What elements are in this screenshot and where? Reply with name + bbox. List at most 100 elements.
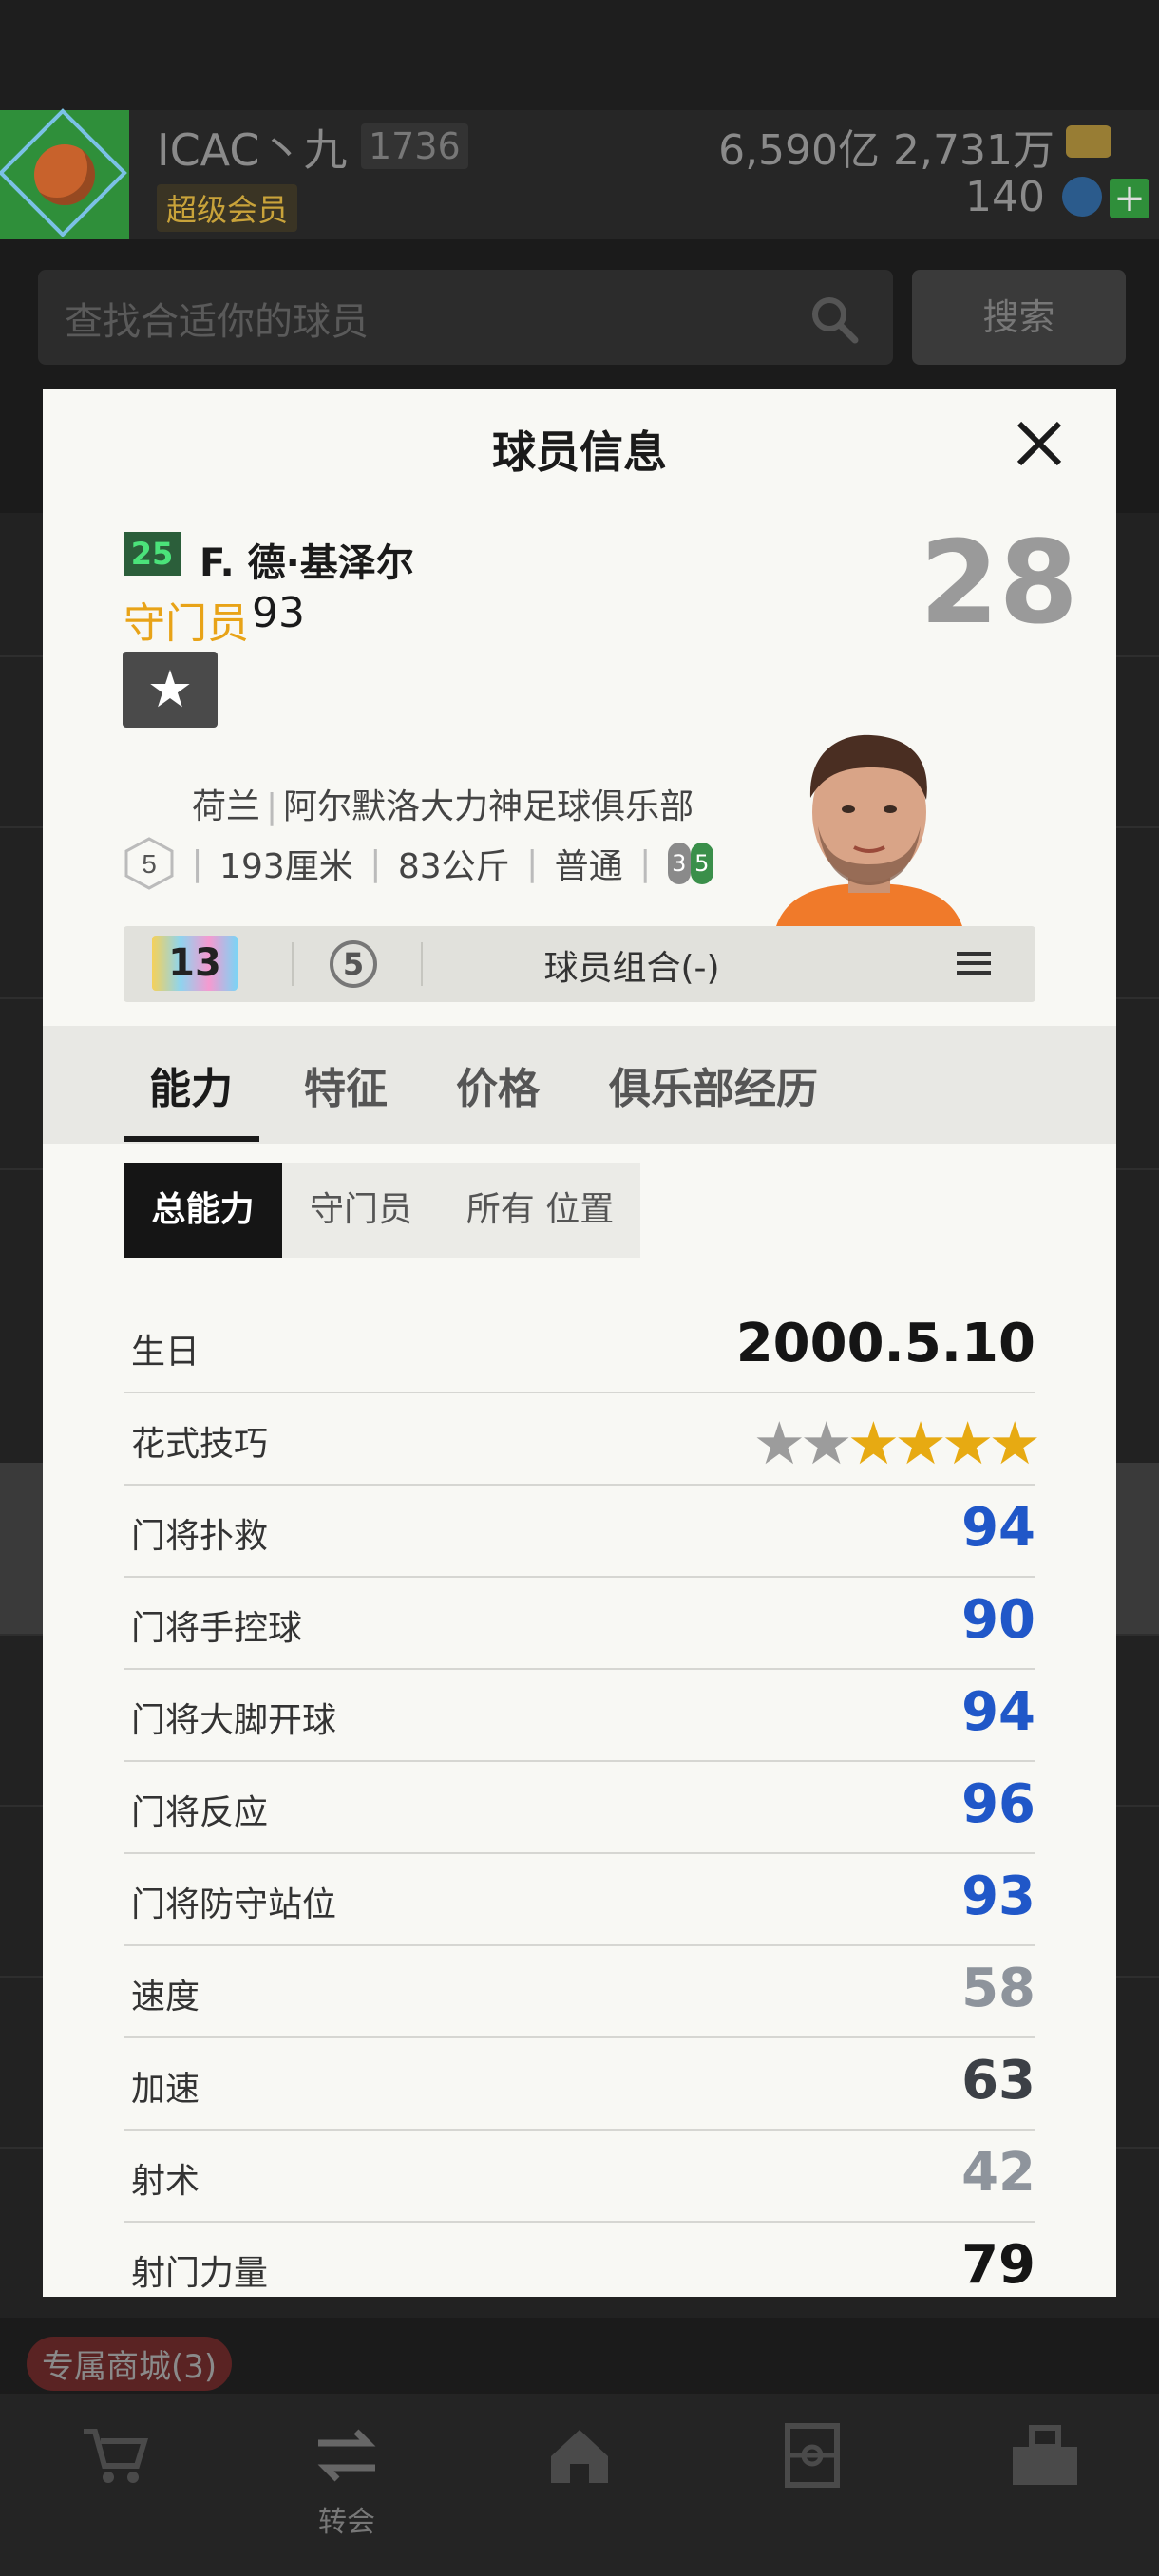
weak-foot-right: 5: [690, 843, 713, 884]
overall-rating: 28: [920, 518, 1078, 650]
nav-transfer[interactable]: 转会: [290, 2422, 404, 2540]
tab-ability[interactable]: 能力: [149, 1054, 233, 1115]
home-icon: [551, 2430, 608, 2483]
gem-icon: [1062, 177, 1102, 217]
stat-label: 门将大脚开球: [131, 1701, 337, 1740]
stat-row-skill-moves: 花式技巧 ★★★★★★: [124, 1392, 1041, 1486]
stat-label: 花式技巧: [131, 1425, 269, 1464]
stat-row-acceleration: 加速 63: [124, 2036, 1036, 2131]
stat-row-gk-diving: 门将扑救 94: [124, 1484, 1036, 1578]
coin-icon: [1066, 125, 1112, 158]
stat-label: 门将防守站位: [131, 1885, 337, 1924]
combo-label: 球员组合(-): [543, 949, 720, 988]
subtab-goalkeeper[interactable]: 守门员: [282, 1163, 440, 1258]
tab-traits[interactable]: 特征: [304, 1054, 388, 1115]
menu-icon[interactable]: [955, 944, 993, 982]
star-filled-icon: ★: [846, 1409, 901, 1478]
card-level-badge: 13: [152, 936, 238, 991]
stat-label: 射术: [131, 2162, 200, 2201]
favorite-star-icon[interactable]: ★: [123, 652, 218, 728]
star-filled-icon: ★: [988, 1409, 1041, 1478]
player-attributes-row: 5 | 193厘米 | 83公斤 | 普通 | 3 5: [124, 836, 715, 893]
status-bar: [0, 0, 1159, 110]
member-badge: 超级会员: [157, 184, 298, 232]
active-tab-indicator: [124, 1136, 259, 1142]
cart-icon: [84, 2429, 149, 2483]
shop-badge[interactable]: 专属商城(3): [27, 2337, 233, 2391]
player-nation: 荷兰: [192, 787, 261, 826]
position-rating: 93: [252, 589, 305, 637]
stat-row-gk-reflexes: 门将反应 96: [124, 1760, 1036, 1854]
stat-value: 93: [961, 1866, 1036, 1927]
player-weight: 83公斤: [397, 847, 510, 886]
gem-balance: 140: [965, 173, 1045, 221]
stat-row-gk-handling: 门将手控球 90: [124, 1576, 1036, 1670]
stat-value: 94: [961, 1497, 1036, 1559]
nav-shop[interactable]: [57, 2422, 171, 2492]
stat-row-gk-kicking: 门将大脚开球 94: [124, 1668, 1036, 1762]
subtab-overall[interactable]: 总能力: [124, 1163, 282, 1258]
nav-home[interactable]: [522, 2422, 636, 2492]
stat-label: 射门力量: [131, 2254, 269, 2293]
stat-label: 门将扑救: [131, 1517, 269, 1556]
star-empty-icon: ★: [752, 1409, 806, 1478]
search-placeholder: 查找合适你的球员: [65, 300, 369, 344]
nav-formation[interactable]: [755, 2422, 869, 2492]
username: ICAC丶九: [157, 124, 348, 176]
add-currency-button[interactable]: +: [1110, 179, 1150, 218]
weak-foot-left: 3: [667, 843, 691, 884]
search-icon[interactable]: [808, 293, 861, 346]
star-filled-icon: ★: [940, 1409, 995, 1478]
subtab-all-positions[interactable]: 所有 位置: [440, 1163, 640, 1258]
stat-value: 94: [961, 1681, 1036, 1743]
stat-value: 2000.5.10: [735, 1313, 1036, 1374]
stat-row-speed: 速度 58: [124, 1944, 1036, 2038]
transfer-icon: [317, 2429, 376, 2482]
search-button[interactable]: 搜索: [912, 270, 1126, 365]
nav-transfer-label: 转会: [318, 2506, 375, 2539]
player-position: 守门员: [124, 599, 249, 648]
stat-label: 生日: [131, 1333, 200, 1372]
pitch-icon: [785, 2423, 840, 2488]
locker-icon: [1013, 2425, 1077, 2485]
star-filled-icon: ★: [894, 1409, 947, 1478]
level-badge: 1736: [361, 123, 468, 169]
stat-value: 58: [961, 1958, 1036, 2019]
stat-value: 96: [961, 1773, 1036, 1835]
grade-value: 5: [142, 849, 157, 879]
grade-hex-icon: 5: [124, 837, 174, 890]
nav-locker[interactable]: [988, 2422, 1102, 2492]
weak-foot-icon: 3 5: [667, 843, 715, 884]
stat-value: 90: [961, 1589, 1036, 1651]
stat-value: 79: [961, 2234, 1036, 2296]
player-photo: [774, 734, 964, 933]
tab-price[interactable]: 价格: [456, 1054, 540, 1115]
player-body-type: 普通: [554, 847, 623, 886]
tab-club-history[interactable]: 俱乐部经历: [609, 1054, 818, 1115]
stat-label: 加速: [131, 2070, 200, 2109]
level-circle: 5: [330, 940, 377, 988]
modal-title: 球员信息: [492, 426, 667, 478]
divider: [292, 942, 294, 986]
stat-row-birthday: 生日 2000.5.10: [124, 1299, 1036, 1393]
player-info-modal: 球员信息 25 F. 德·基泽尔 守门员 93 28 ★ 荷兰 | 阿尔默洛大力神足…: [43, 389, 1116, 2297]
stat-label: 门将手控球: [131, 1609, 303, 1648]
season-badge: 25: [124, 532, 180, 576]
stat-label: 速度: [131, 1978, 200, 2017]
player-club: 阿尔默洛大力神足球俱乐部: [283, 787, 694, 826]
stat-value: 63: [961, 2050, 1036, 2112]
club-logo[interactable]: [0, 108, 129, 239]
basketball-icon: [34, 144, 95, 205]
stat-row-finishing: 射术 42: [124, 2129, 1036, 2223]
skill-stars: ★★★★★★: [752, 1409, 1041, 1478]
player-height: 193厘米: [219, 847, 353, 886]
close-icon[interactable]: [1012, 416, 1067, 471]
stat-value: 42: [961, 2142, 1036, 2204]
star-empty-icon: ★: [800, 1409, 853, 1478]
nation-club: 荷兰 | 阿尔默洛大力神足球俱乐部: [192, 787, 694, 826]
stat-row-gk-positioning: 门将防守站位 93: [124, 1852, 1036, 1946]
stat-row-shot-power: 射门力量 79: [124, 2221, 1036, 2297]
player-name: F. 德·基泽尔: [200, 541, 414, 585]
stat-label: 门将反应: [131, 1793, 269, 1832]
coin-balance: 6,590亿 2,731万: [718, 126, 1054, 175]
